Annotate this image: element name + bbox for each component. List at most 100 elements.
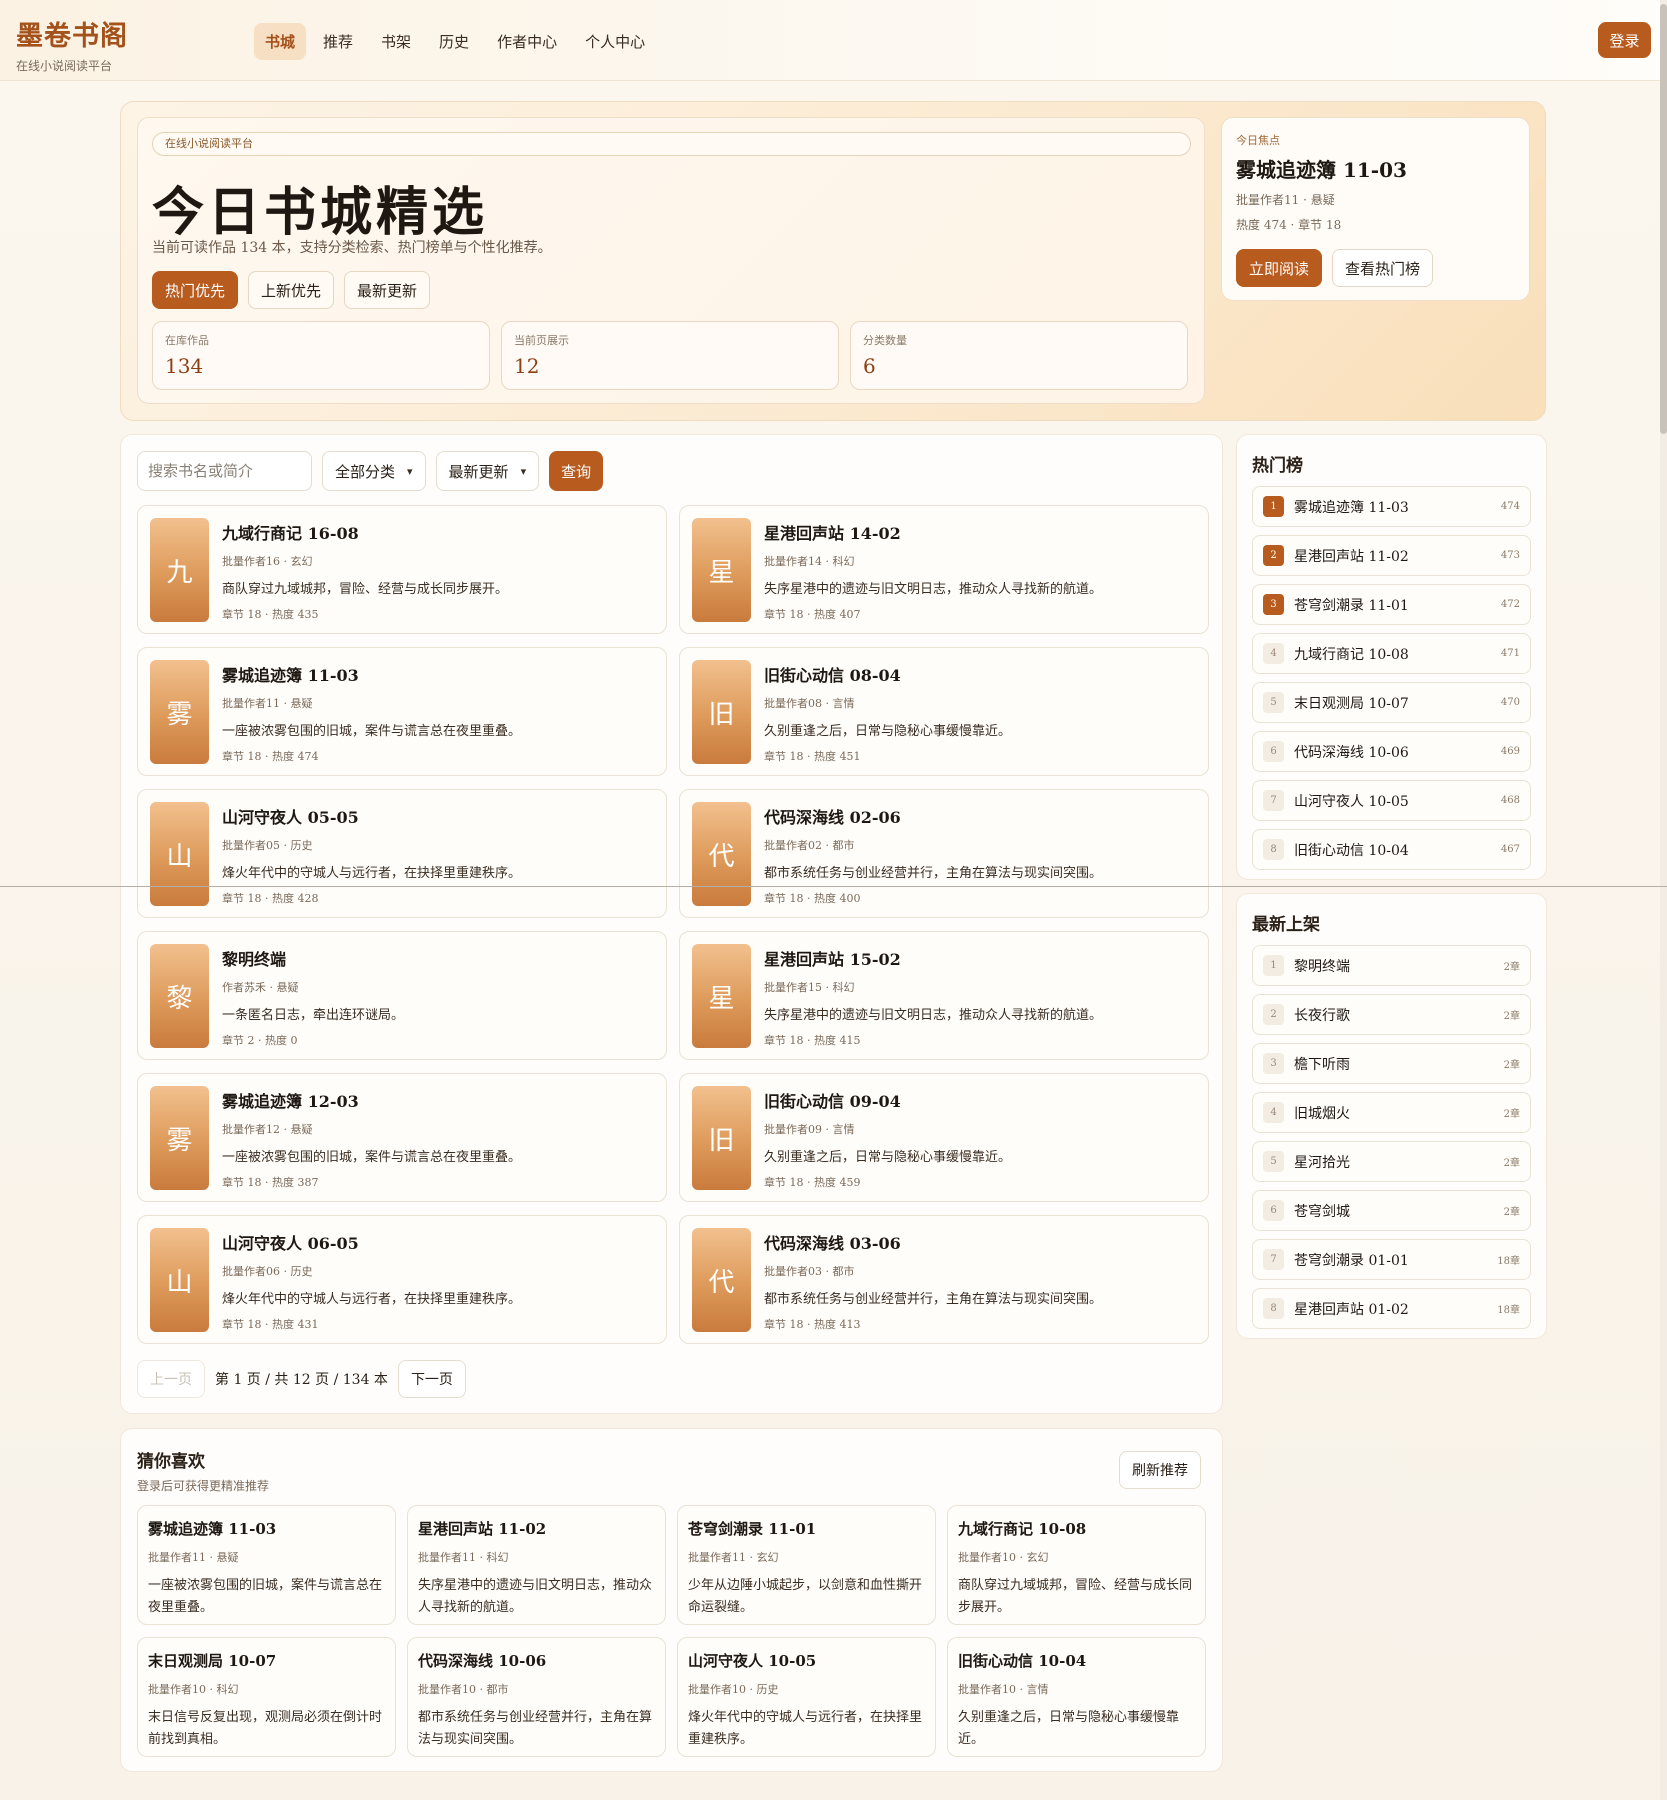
recommend-panel: 猜你喜欢 登录后可获得更精准推荐 刷新推荐 雾城追迹簿 11-03 批量作者11 … xyxy=(120,1428,1223,1772)
rank-number: 1 xyxy=(1263,955,1284,976)
latest-book-name: 长夜行歌 xyxy=(1294,1007,1350,1024)
hot-list-item[interactable]: 4 九域行商记 10-08 471 xyxy=(1252,633,1531,674)
latest-list: 1 黎明终端 2章 2 长夜行歌 2章 3 檐下听雨 2章 4 旧城烟火 2章 5 星河拾光 2章 … xyxy=(1252,945,1531,1329)
recommend-card[interactable]: 雾城追迹簿 11-03 批量作者11 · 悬疑 一座被浓雾包围的旧城，案件与谎言总在… xyxy=(137,1505,396,1625)
next-page-button[interactable]: 下一页 xyxy=(397,1360,466,1398)
view-hot-list-button[interactable]: 查看热门榜 xyxy=(1332,249,1434,287)
recommend-card[interactable]: 代码深海线 10-06 批量作者10 · 都市 都市系统任务与创业经营并行，主角在算… xyxy=(407,1637,666,1757)
latest-list-item[interactable]: 4 旧城烟火 2章 xyxy=(1252,1092,1531,1133)
category-select[interactable]: 全部分类 ▾ xyxy=(322,451,426,491)
rank-book-name: 末日观测局 10-07 xyxy=(1294,695,1409,712)
nav-personal-center[interactable]: 个人中心 xyxy=(574,23,656,60)
order-select[interactable]: 最新更新 ▾ xyxy=(435,451,540,491)
sort-new-button[interactable]: 上新优先 xyxy=(248,271,335,309)
recommend-card-title: 九域行商记 10-08 xyxy=(958,1520,1087,1538)
book-card[interactable]: 九 九域行商记 16-08 批量作者16 · 玄幻 商队穿过九域城邦，冒险、经营… xyxy=(137,505,667,634)
recommend-card[interactable]: 星港回声站 11-02 批量作者11 · 科幻 失序星港中的遗迹与旧文明日志，推动众… xyxy=(407,1505,666,1625)
rank-heat: 470 xyxy=(1500,697,1520,708)
scrollbar-thumb[interactable] xyxy=(1660,4,1667,434)
latest-list-item[interactable]: 5 星河拾光 2章 xyxy=(1252,1141,1531,1182)
category-select-value: 全部分类 xyxy=(335,462,396,481)
book-info: 山河守夜人 05-05 批量作者05 · 历史 烽火年代中的守城人与远行者，在抉… xyxy=(222,804,656,906)
recommend-card-meta: 批量作者10 · 科幻 xyxy=(148,1683,239,1696)
search-input[interactable] xyxy=(137,451,312,491)
book-card[interactable]: 山 山河守夜人 05-05 批量作者05 · 历史 烽火年代中的守城人与远行者，… xyxy=(137,789,667,918)
book-card[interactable]: 雾 雾城追迹簿 11-03 批量作者11 · 悬疑 一座被浓雾包围的旧城，案件与… xyxy=(137,647,667,776)
book-meta: 批量作者09 · 言情 xyxy=(764,1123,855,1136)
login-button[interactable]: 登录 xyxy=(1598,22,1651,58)
book-card[interactable]: 旧 旧街心动信 08-04 批量作者08 · 言情 久别重逢之后，日常与隐秘心事… xyxy=(679,647,1209,776)
book-title: 九域行商记 16-08 xyxy=(222,524,359,543)
book-stats: 章节 18 · 热度 431 xyxy=(222,1318,319,1331)
book-card[interactable]: 代 代码深海线 02-06 批量作者02 · 都市 都市系统任务与创业经营并行，… xyxy=(679,789,1209,918)
recommend-card[interactable]: 旧街心动信 10-04 批量作者10 · 言情 久别重逢之后，日常与隐秘心事缓慢靠近… xyxy=(947,1637,1206,1757)
read-now-button[interactable]: 立即阅读 xyxy=(1236,249,1323,287)
book-card[interactable]: 星 星港回声站 15-02 批量作者15 · 科幻 失序星港中的遗迹与旧文明日志… xyxy=(679,931,1209,1060)
latest-list-item[interactable]: 3 檐下听雨 2章 xyxy=(1252,1043,1531,1084)
query-button[interactable]: 查询 xyxy=(549,451,604,491)
nav-recommend[interactable]: 推荐 xyxy=(312,23,364,60)
hot-list-item[interactable]: 8 旧街心动信 10-04 467 xyxy=(1252,829,1531,870)
recommend-grid: 雾城追迹簿 11-03 批量作者11 · 悬疑 一座被浓雾包围的旧城，案件与谎言总在… xyxy=(137,1505,1206,1757)
rank-number: 2 xyxy=(1263,1004,1284,1025)
latest-list-item[interactable]: 2 长夜行歌 2章 xyxy=(1252,994,1531,1035)
book-card[interactable]: 旧 旧街心动信 09-04 批量作者09 · 言情 久别重逢之后，日常与隐秘心事… xyxy=(679,1073,1209,1202)
book-card[interactable]: 代 代码深海线 03-06 批量作者03 · 都市 都市系统任务与创业经营并行，… xyxy=(679,1215,1209,1344)
book-card[interactable]: 山 山河守夜人 06-05 批量作者06 · 历史 烽火年代中的守城人与远行者，… xyxy=(137,1215,667,1344)
book-meta: 作者苏禾 · 悬疑 xyxy=(222,981,299,994)
book-card[interactable]: 黎 黎明终端 作者苏禾 · 悬疑 一条匿名日志，牵出连环谜局。 章节 2 · 热… xyxy=(137,931,667,1060)
recommend-card[interactable]: 山河守夜人 10-05 批量作者10 · 历史 烽火年代中的守城人与远行者，在抉择里… xyxy=(677,1637,936,1757)
refresh-recommend-button[interactable]: 刷新推荐 xyxy=(1119,1451,1201,1489)
book-title: 代码深海线 02-06 xyxy=(764,808,901,827)
latest-list-item[interactable]: 7 苍穹剑潮录 01-01 18章 xyxy=(1252,1239,1531,1280)
book-card[interactable]: 星 星港回声站 14-02 批量作者14 · 科幻 失序星港中的遗迹与旧文明日志… xyxy=(679,505,1209,634)
nav-bookstore[interactable]: 书城 xyxy=(254,23,307,60)
nav-author-center[interactable]: 作者中心 xyxy=(486,23,568,60)
sort-updated-button[interactable]: 最新更新 xyxy=(344,271,431,309)
hot-list-item[interactable]: 2 星港回声站 11-02 473 xyxy=(1252,535,1531,576)
recommend-card[interactable]: 九域行商记 10-08 批量作者10 · 玄幻商队穿过九域城邦，冒险、经营与成长同… xyxy=(947,1505,1206,1625)
rank-number: 8 xyxy=(1263,1298,1284,1319)
stats-row: 在库作品 134 当前页展示 12 分类数量 6 xyxy=(152,321,1188,390)
sort-hot-button[interactable]: 热门优先 xyxy=(152,271,239,309)
book-description: 一条匿名日志，牵出连环谜局。 xyxy=(222,1008,405,1023)
recommend-card-title: 旧街心动信 10-04 xyxy=(958,1652,1087,1670)
rank-number: 3 xyxy=(1263,1053,1284,1074)
nav-history[interactable]: 历史 xyxy=(428,23,480,60)
book-cover: 旧 xyxy=(692,1086,751,1190)
latest-list-item[interactable]: 6 苍穹剑城 2章 xyxy=(1252,1190,1531,1231)
recommend-card-meta: 批量作者10 · 玄幻 xyxy=(958,1551,1049,1564)
stat-value: 12 xyxy=(514,354,540,378)
book-card[interactable]: 雾 雾城追迹簿 12-03 批量作者12 · 悬疑 一座被浓雾包围的旧城，案件与… xyxy=(137,1073,667,1202)
hot-list: 1 雾城追迹簿 11-03 474 2 星港回声站 11-02 473 3 苍穹剑潮录 1… xyxy=(1252,486,1531,870)
rank-book-name: 星港回声站 11-02 xyxy=(1294,548,1409,565)
latest-list-item[interactable]: 8 星港回声站 01-02 18章 xyxy=(1252,1288,1531,1329)
latest-title: 最新上架 xyxy=(1252,915,1320,935)
book-info: 旧街心动信 09-04 批量作者09 · 言情 久别重逢之后，日常与隐秘心事缓慢… xyxy=(764,1088,1198,1190)
rank-number: 4 xyxy=(1263,643,1284,664)
recommend-card-desc: 少年从边陲小城起步，以剑意和血性撕开命运裂缝。 xyxy=(688,1578,923,1615)
recommend-card-desc: 末日信号反复出现，观测局必须在倒计时前找到真相。 xyxy=(148,1710,383,1747)
chapter-count: 2章 xyxy=(1503,1158,1520,1169)
brand-subtitle: 在线小说阅读平台 xyxy=(16,59,113,73)
recommend-card[interactable]: 苍穹剑潮录 11-01 批量作者11 · 玄幻 少年从边陲小城起步，以剑意和血性撕开… xyxy=(677,1505,936,1625)
latest-list-item[interactable]: 1 黎明终端 2章 xyxy=(1252,945,1531,986)
hot-list-item[interactable]: 5 末日观测局 10-07 470 xyxy=(1252,682,1531,723)
focus-title: 雾城追迹簿 11-03 xyxy=(1236,158,1407,182)
recommend-card[interactable]: 末日观测局 10-07 批量作者10 · 科幻末日信号反复出现，观测局必须在倒计时… xyxy=(137,1637,396,1757)
book-meta: 批量作者14 · 科幻 xyxy=(764,555,855,568)
hot-list-item[interactable]: 1 雾城追迹簿 11-03 474 xyxy=(1252,486,1531,527)
book-title: 雾城追迹簿 11-03 xyxy=(222,666,359,685)
hot-list-item[interactable]: 6 代码深海线 10-06 469 xyxy=(1252,731,1531,772)
brand[interactable]: 墨卷书阁 在线小说阅读平台 xyxy=(16,14,128,74)
sort-options: 热门优先 上新优先 最新更新 xyxy=(152,271,431,309)
nav-bookshelf[interactable]: 书架 xyxy=(370,23,422,60)
recommend-card-title: 末日观测局 10-07 xyxy=(148,1652,277,1670)
hot-list-item[interactable]: 7 山河守夜人 10-05 468 xyxy=(1252,780,1531,821)
stat-category-count: 分类数量 6 xyxy=(850,321,1188,390)
hot-list-item[interactable]: 3 苍穹剑潮录 11-01 472 xyxy=(1252,584,1531,625)
rank-heat: 471 xyxy=(1500,648,1520,659)
latest-book-name: 旧城烟火 xyxy=(1294,1105,1350,1122)
prev-page-button[interactable]: 上一页 xyxy=(137,1360,205,1398)
recommend-card-desc: 商队穿过九域城邦，冒险、经营与成长同步展开。 xyxy=(958,1578,1193,1615)
